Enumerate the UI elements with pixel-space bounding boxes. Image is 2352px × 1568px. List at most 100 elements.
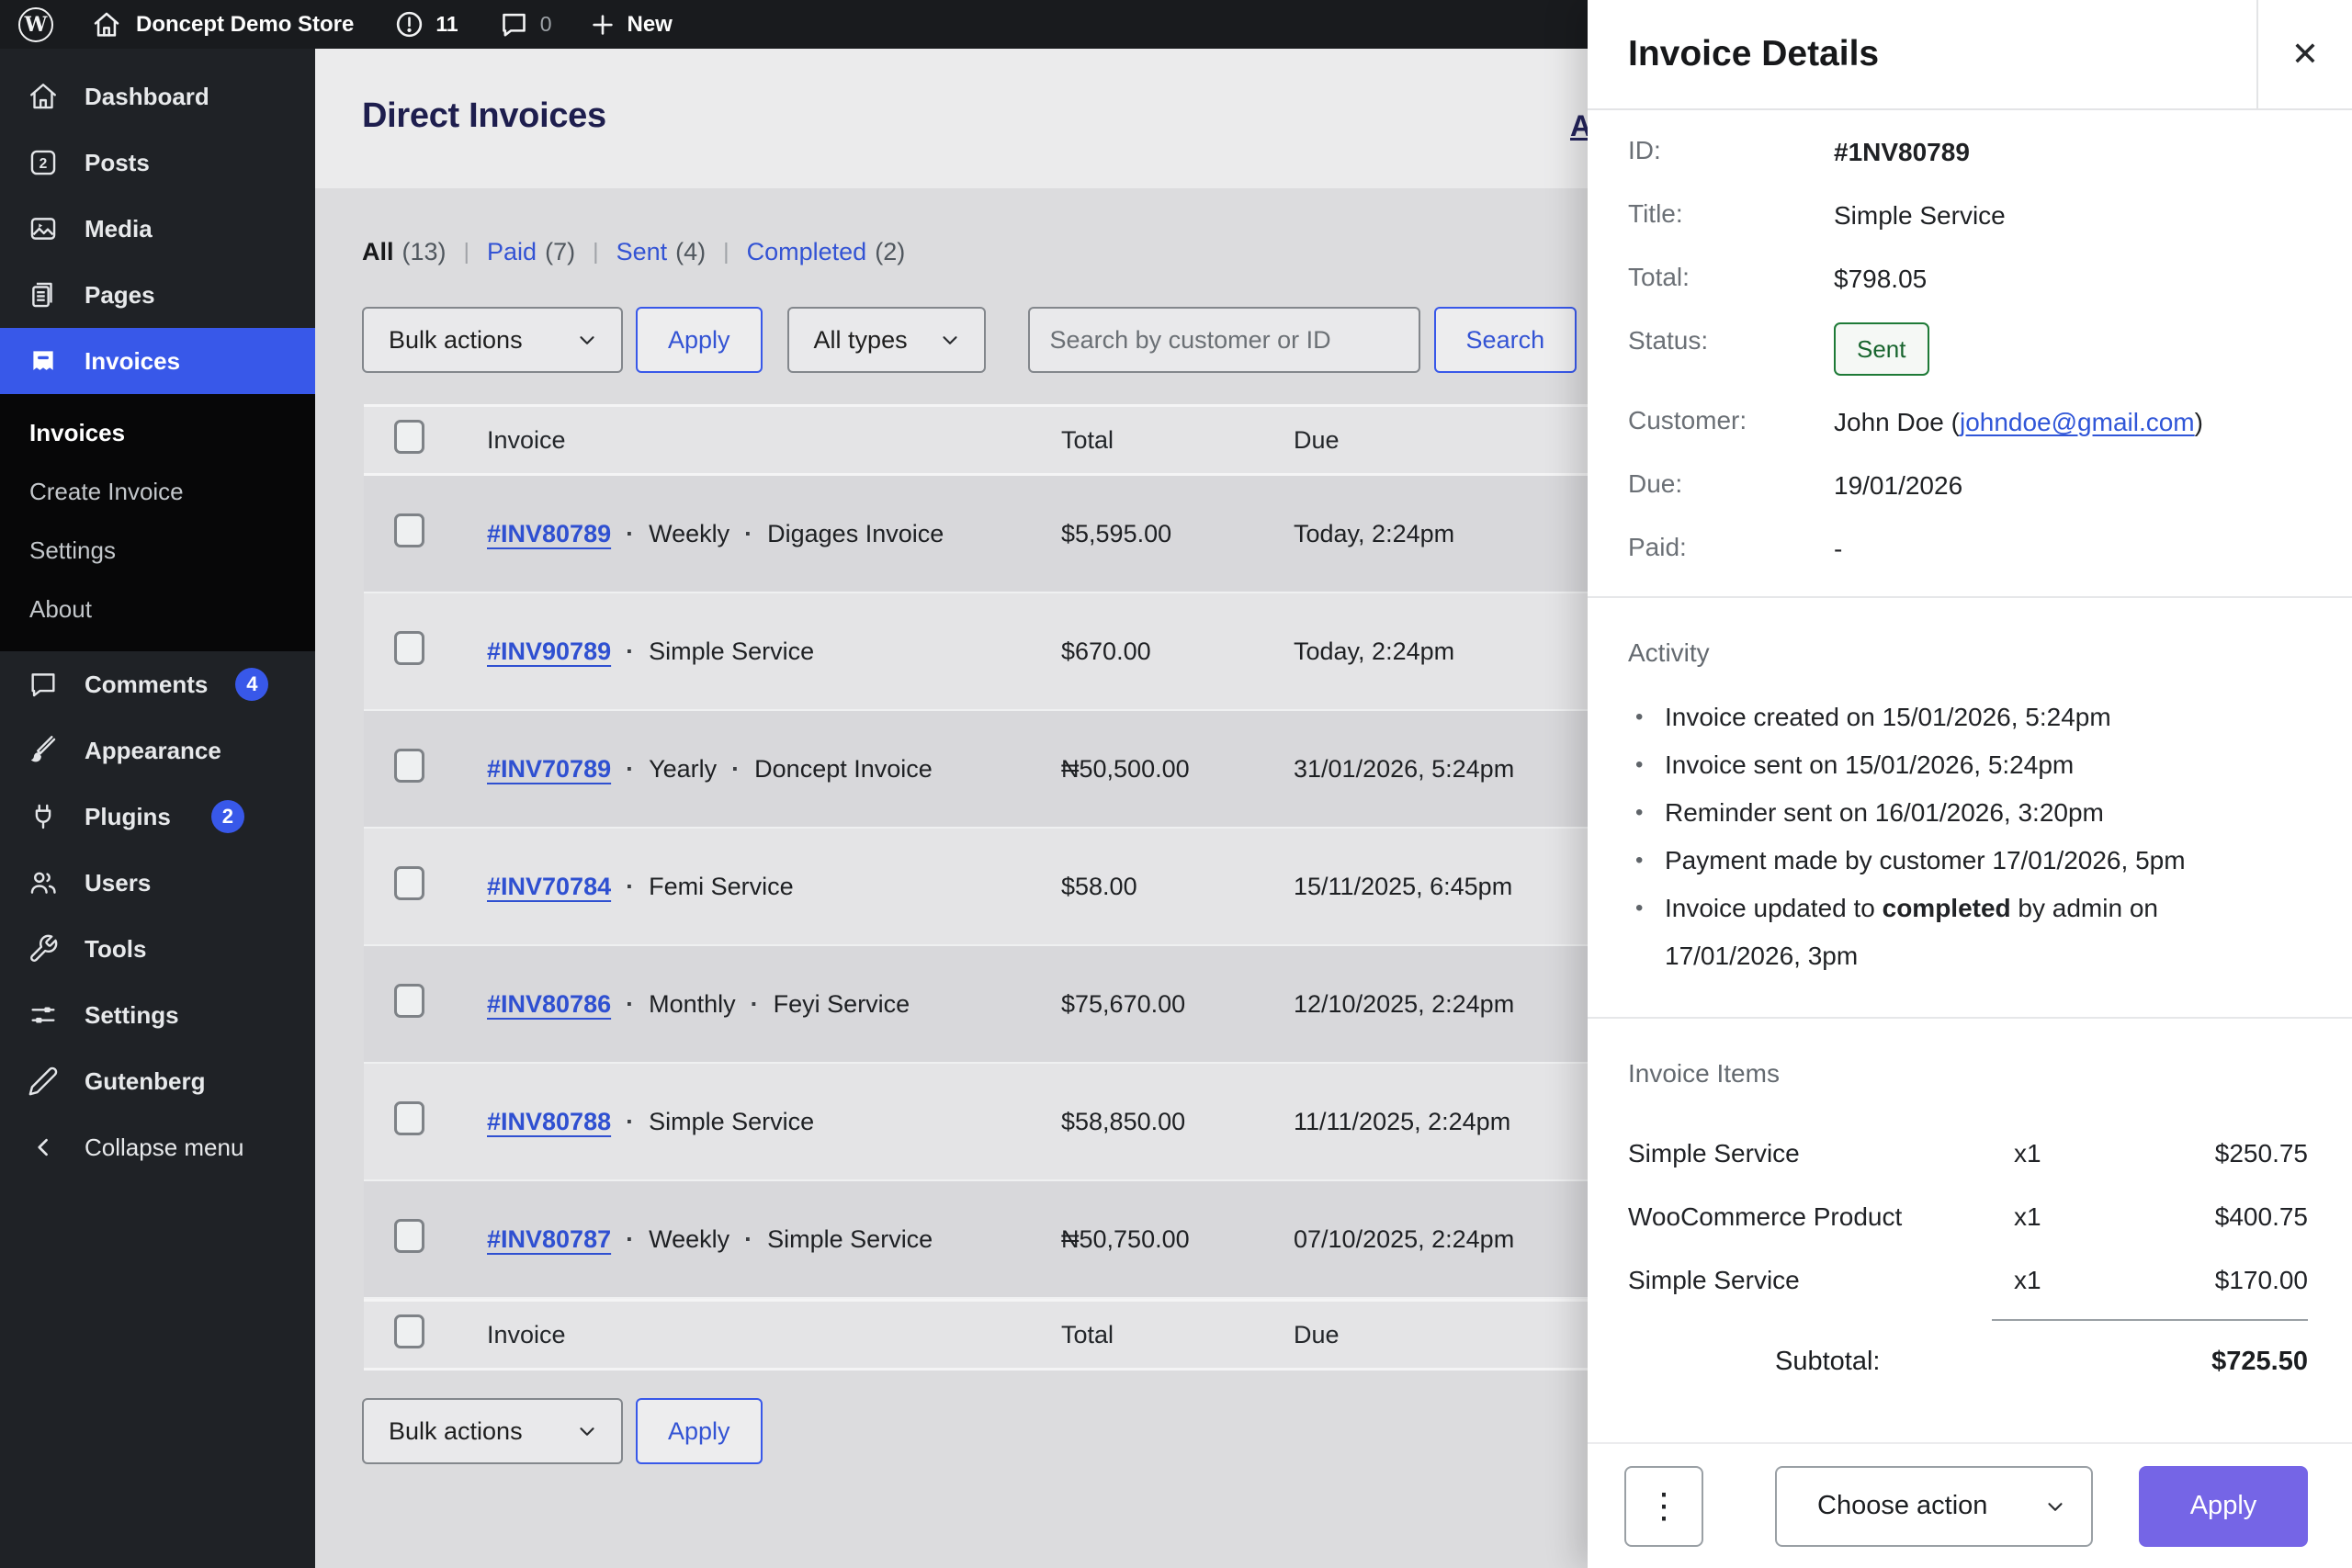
submenu-item-invoices[interactable]: Invoices <box>0 403 315 462</box>
sidebar-item-label: Users <box>85 869 151 897</box>
row-checkbox[interactable] <box>394 631 424 665</box>
customer-email-link[interactable]: johndoe@gmail.com <box>1960 408 2195 436</box>
row-checkbox[interactable] <box>394 749 424 783</box>
sidebar-item-media[interactable]: Media <box>0 196 315 262</box>
filter-completed[interactable]: Completed (2) <box>747 238 906 266</box>
invoice-items-list: Simple Servicex1$250.75WooCommerce Produ… <box>1628 1122 2308 1312</box>
comments-indicator[interactable]: 0 <box>499 9 552 39</box>
bullet-icon: • <box>1628 885 1665 980</box>
close-button[interactable]: ✕ <box>2256 0 2352 108</box>
invoice-link[interactable]: #INV80789 <box>487 520 611 548</box>
sidebar-item-label: Posts <box>85 149 150 177</box>
choose-action-select[interactable]: Choose action <box>1775 1466 2093 1547</box>
activity-item: •Payment made by customer 17/01/2026, 5p… <box>1628 837 2271 885</box>
invoice-link[interactable]: #INV70789 <box>487 755 611 784</box>
invoice-meta: Simple Service <box>649 637 814 666</box>
invoice-meta: Weekly <box>649 520 729 548</box>
type-filter-select[interactable]: All types <box>787 307 986 373</box>
panel-apply-label: Apply <box>2190 1491 2257 1521</box>
row-checkbox[interactable] <box>394 1219 424 1253</box>
invoice-link[interactable]: #INV80787 <box>487 1225 611 1254</box>
detail-value: 19/01/2026 <box>1834 469 1962 502</box>
invoice-cell: #INV80787·Weekly·Simple Service <box>487 1225 1061 1254</box>
detail-row: Customer:John Doe (johndoe@gmail.com) <box>1628 406 2308 439</box>
chevron-down-icon <box>575 328 599 352</box>
detail-value: $798.05 <box>1834 263 1927 296</box>
activity-item: •Invoice sent on 15/01/2026, 5:24pm <box>1628 741 2271 789</box>
invoice-meta: Doncept Invoice <box>754 755 933 784</box>
bulk-actions-label: Bulk actions <box>389 1417 523 1446</box>
activity-text-prefix: Invoice updated to <box>1665 894 1883 922</box>
row-checkbox[interactable] <box>394 513 424 547</box>
invoice-link[interactable]: #INV70784 <box>487 873 611 901</box>
new-button[interactable]: New <box>589 11 673 39</box>
sidebar-item-appearance[interactable]: Appearance <box>0 717 315 784</box>
search-button[interactable]: Search <box>1434 307 1577 373</box>
sidebar-item-dashboard[interactable]: Dashboard <box>0 63 315 130</box>
meta-separator-dot: · <box>626 1225 634 1254</box>
search-input[interactable] <box>1028 307 1420 373</box>
detail-row: Paid:- <box>1628 533 2308 566</box>
bulk-actions-label: Bulk actions <box>389 326 523 355</box>
submenu-item-about[interactable]: About <box>0 580 315 638</box>
sidebar-item-invoices[interactable]: Invoices <box>0 328 315 394</box>
apply-button[interactable]: Apply <box>636 307 763 373</box>
meta-separator-dot: · <box>626 637 634 666</box>
meta-separator-dot: · <box>744 1225 752 1254</box>
panel-apply-button[interactable]: Apply <box>2139 1466 2308 1547</box>
panel-fields: ID:#1NV80789Title:Simple ServiceTotal:$7… <box>1628 136 2308 566</box>
sidebar-item-settings[interactable]: Settings <box>0 982 315 1048</box>
row-checkbox[interactable] <box>394 866 424 900</box>
checkbox-cell <box>364 984 487 1024</box>
invoice-cell: #INV70784·Femi Service <box>487 873 1061 901</box>
submenu-item-create-invoice[interactable]: Create Invoice <box>0 462 315 521</box>
invoice-cell: #INV90789 · Simple Service <box>487 637 1061 666</box>
pages-icon <box>28 279 59 310</box>
panel-footer: ⋮ Choose action Apply <box>1588 1442 2352 1568</box>
activity-list: •Invoice created on 15/01/2026, 5:24pm•I… <box>1628 694 2271 980</box>
filter-all[interactable]: All (13) <box>362 238 447 266</box>
header-checkbox-cell <box>364 420 487 460</box>
select-all-checkbox[interactable] <box>394 420 424 454</box>
invoice-link[interactable]: #INV90789 <box>487 637 611 666</box>
total-cell: $75,670.00 <box>1061 990 1294 1019</box>
sidebar-collapse-menu[interactable]: Collapse menu <box>0 1114 315 1180</box>
filter-sent[interactable]: Sent (4) <box>616 238 707 266</box>
bullet-icon: • <box>1628 694 1665 741</box>
media-icon <box>28 213 59 244</box>
row-checkbox[interactable] <box>394 984 424 1018</box>
activity-text-bold: completed <box>1883 894 2011 922</box>
sidebar-item-gutenberg[interactable]: Gutenberg <box>0 1048 315 1114</box>
add-new-link-partial[interactable]: A <box>1570 109 1588 143</box>
submenu-item-settings[interactable]: Settings <box>0 521 315 580</box>
invoice-link[interactable]: #INV80786 <box>487 990 611 1019</box>
filter-label: Completed <box>747 238 867 266</box>
wrench-icon <box>28 933 59 964</box>
sidebar-item-label: Tools <box>85 935 146 964</box>
apply-button-bottom[interactable]: Apply <box>636 1398 763 1464</box>
site-link[interactable]: Doncept Demo Store <box>92 10 354 39</box>
bulk-actions-select[interactable]: Bulk actions <box>362 307 623 373</box>
alerts-indicator[interactable]: 11 <box>394 9 458 39</box>
meta-separator-dot: · <box>626 1108 634 1136</box>
meta-separator-dot: · <box>626 520 634 548</box>
bulk-actions-select-bottom[interactable]: Bulk actions <box>362 1398 623 1464</box>
invoice-link[interactable]: #INV80788 <box>487 1108 611 1136</box>
sidebar-item-comments[interactable]: Comments 4 <box>0 651 315 717</box>
filter-paid[interactable]: Paid (7) <box>487 238 575 266</box>
sidebar-item-tools[interactable]: Tools <box>0 916 315 982</box>
detail-value: Sent <box>1834 326 1929 376</box>
more-actions-button[interactable]: ⋮ <box>1624 1466 1703 1547</box>
wordpress-logo-icon[interactable]: W <box>18 7 53 42</box>
sidebar-item-plugins[interactable]: Plugins 2 <box>0 784 315 850</box>
sidebar-item-label: Plugins <box>85 803 171 831</box>
sidebar-item-label: Pages <box>85 281 155 310</box>
row-checkbox[interactable] <box>394 1101 424 1135</box>
detail-label: Status: <box>1628 326 1834 355</box>
activity-text: Payment made by customer 17/01/2026, 5pm <box>1665 837 2271 885</box>
select-all-checkbox[interactable] <box>394 1314 424 1348</box>
sidebar-item-posts[interactable]: 2 Posts <box>0 130 315 196</box>
sidebar-item-pages[interactable]: Pages <box>0 262 315 328</box>
total-cell: $58.00 <box>1061 873 1294 901</box>
sidebar-item-users[interactable]: Users <box>0 850 315 916</box>
